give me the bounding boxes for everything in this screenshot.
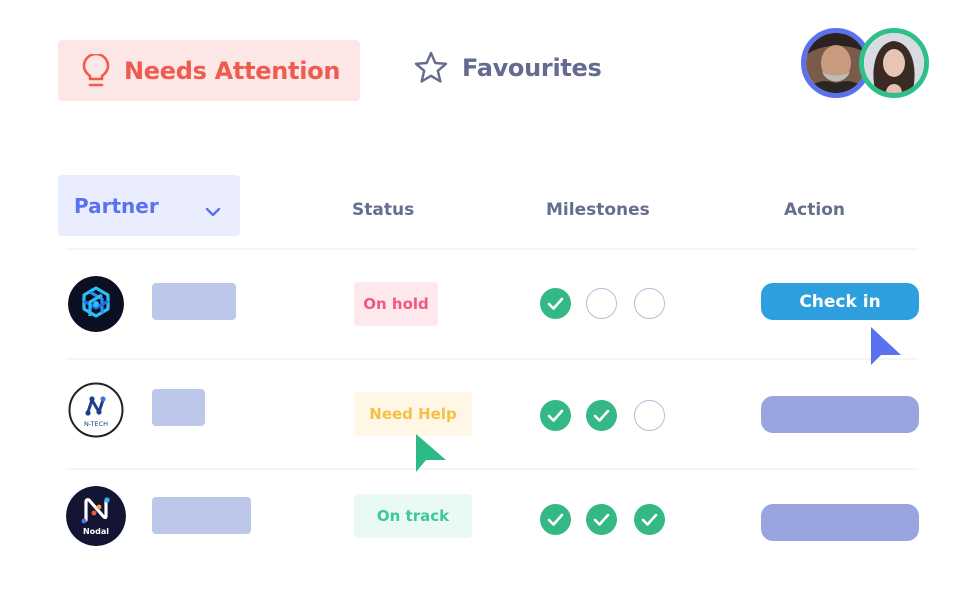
table-row: N-TECH Need Help xyxy=(0,360,960,460)
status-badge: On track xyxy=(354,494,472,538)
check-icon xyxy=(593,409,610,422)
milestone-incomplete xyxy=(634,400,665,431)
collaborator-avatars xyxy=(801,28,931,100)
star-icon xyxy=(414,51,448,85)
table-row: Nodal On track xyxy=(0,470,960,570)
milestone-incomplete xyxy=(586,288,617,319)
cursor-green-icon xyxy=(414,432,448,472)
milestone-complete xyxy=(540,400,571,431)
milestone-complete xyxy=(586,504,617,535)
check-icon xyxy=(547,409,564,422)
column-header-status: Status xyxy=(352,200,415,220)
user-avatar-woman-icon xyxy=(864,33,924,93)
partner-filter-label: Partner xyxy=(74,193,159,218)
check-icon xyxy=(641,513,658,526)
partner-name-placeholder xyxy=(152,497,251,534)
tab-favourites[interactable]: Favourites xyxy=(414,46,602,90)
tab-favourites-label: Favourites xyxy=(462,54,602,82)
action-button-placeholder[interactable] xyxy=(761,504,919,541)
partner-logo-ntech: N-TECH xyxy=(68,382,124,438)
milestone-incomplete xyxy=(634,288,665,319)
milestone-complete xyxy=(540,288,571,319)
milestone-complete xyxy=(586,400,617,431)
column-header-milestones: Milestones xyxy=(546,200,650,220)
tab-needs-attention-label: Needs Attention xyxy=(124,56,341,85)
partner-logo-nodal: Nodal xyxy=(66,486,126,546)
user-avatar-man-icon xyxy=(806,33,866,93)
partner-filter-dropdown[interactable]: Partner xyxy=(58,175,240,236)
tab-needs-attention[interactable]: Needs Attention xyxy=(58,40,360,101)
column-header-action: Action xyxy=(784,200,845,220)
table-row: On hold Check in xyxy=(0,250,960,350)
action-button-placeholder[interactable] xyxy=(761,396,919,433)
status-badge: Need Help xyxy=(354,392,472,436)
check-icon xyxy=(593,513,610,526)
milestone-complete xyxy=(634,504,665,535)
status-badge: On hold xyxy=(354,282,438,326)
cursor-blue-icon xyxy=(869,325,903,365)
check-in-button[interactable]: Check in xyxy=(761,283,919,320)
check-icon xyxy=(547,297,564,310)
partner-name-placeholder xyxy=(152,389,205,426)
check-icon xyxy=(547,513,564,526)
partner-name-placeholder xyxy=(152,283,236,320)
ntech-logo-text: N-TECH xyxy=(84,420,108,428)
milestone-complete xyxy=(540,504,571,535)
partner-logo-openai xyxy=(68,276,124,332)
lightbulb-icon xyxy=(82,52,110,88)
nodal-logo-text: Nodal xyxy=(83,527,109,536)
avatar[interactable] xyxy=(859,28,929,98)
chevron-down-icon xyxy=(204,199,222,217)
